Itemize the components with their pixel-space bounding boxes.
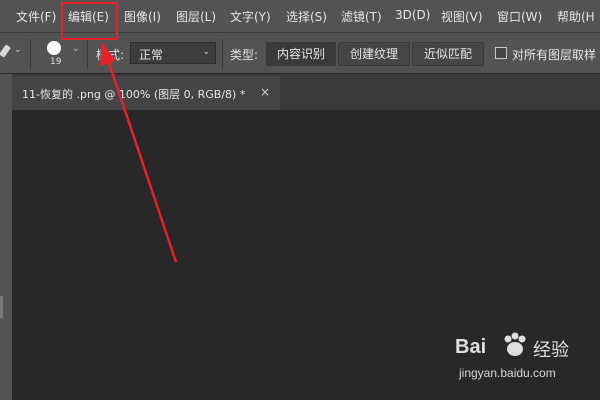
mode-select[interactable]: 正常 ⌄ bbox=[130, 42, 216, 64]
menu-image[interactable]: 图像(I) bbox=[124, 8, 161, 25]
divider bbox=[30, 39, 31, 69]
menu-layer[interactable]: 图层(L) bbox=[176, 8, 216, 25]
menu-filter[interactable]: 滤镜(T) bbox=[341, 8, 382, 25]
baidu-watermark: Bai 经验 jingyan.baidu.com bbox=[455, 330, 595, 390]
menu-view[interactable]: 视图(V) bbox=[441, 8, 483, 25]
type-label: 类型: bbox=[230, 48, 259, 62]
toolbar-strip bbox=[0, 74, 12, 400]
divider bbox=[222, 39, 223, 69]
mode-select-value: 正常 bbox=[139, 48, 164, 62]
brush-preview-icon[interactable] bbox=[47, 41, 61, 55]
mode-label: 模式: bbox=[96, 48, 125, 62]
watermark-brand: Bai bbox=[455, 336, 487, 358]
healing-brush-icon[interactable] bbox=[0, 43, 14, 61]
menu-help[interactable]: 帮助(H bbox=[557, 8, 595, 25]
type-option-content-aware[interactable]: 内容识别 bbox=[266, 42, 336, 66]
close-icon[interactable]: × bbox=[260, 85, 270, 99]
edit-menu-highlight bbox=[61, 2, 118, 40]
chevron-down-icon: ⌄ bbox=[202, 47, 210, 57]
chevron-down-icon[interactable]: ⌄ bbox=[14, 45, 22, 55]
menu-window[interactable]: 窗口(W) bbox=[497, 8, 542, 25]
sample-all-layers-label: 对所有图层取样 bbox=[512, 48, 597, 62]
watermark-url: jingyan.baidu.com bbox=[459, 366, 556, 380]
menu-type[interactable]: 文字(Y) bbox=[230, 8, 271, 25]
brush-size-value: 19 bbox=[50, 57, 62, 67]
toolbar-handle[interactable] bbox=[0, 296, 3, 318]
document-tab[interactable]: 11-恢复的 .png @ 100% (图层 0, RGB/8) * × bbox=[12, 76, 280, 110]
divider bbox=[87, 39, 88, 69]
menu-select[interactable]: 选择(S) bbox=[286, 8, 327, 25]
watermark-brand-cn: 经验 bbox=[533, 340, 569, 361]
type-option-proximity-match[interactable]: 近似匹配 bbox=[412, 42, 484, 66]
document-tab-title: 11-恢复的 .png @ 100% (图层 0, RGB/8) * bbox=[22, 88, 246, 101]
menu-file[interactable]: 文件(F) bbox=[16, 8, 56, 25]
paw-logo-icon bbox=[504, 332, 526, 356]
sample-all-layers-checkbox[interactable] bbox=[495, 47, 507, 59]
type-option-create-texture[interactable]: 创建纹理 bbox=[338, 42, 410, 66]
menu-3d[interactable]: 3D(D) bbox=[395, 8, 430, 22]
brush-picker-chevron-icon[interactable]: ⌄ bbox=[72, 44, 80, 54]
